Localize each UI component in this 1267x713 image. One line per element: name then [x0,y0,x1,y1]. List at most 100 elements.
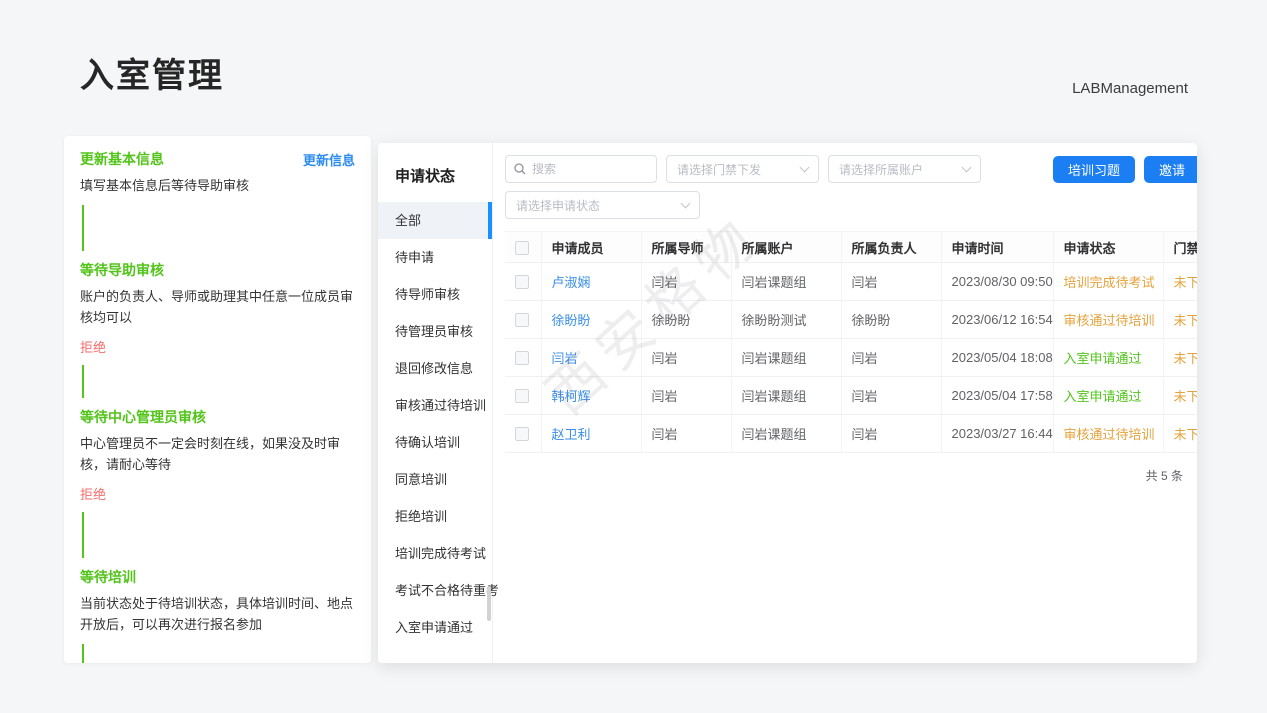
apply-time-cell: 2023/08/30 09:50:26 [941,263,1053,301]
member-link[interactable]: 赵卫利 [552,427,591,442]
brand-label: LABManagement [1072,80,1188,97]
account-cell: 闫岩课题组 [731,339,841,377]
select-account-placeholder: 请选择所属账户 [839,161,923,178]
applications-table-wrap: 西安格物 申请成员所属导师所属账户所属负责人申请时间申请状态门禁状态 卢淑娴闫岩… [505,231,1197,453]
row-checkbox[interactable] [515,313,529,327]
access-status-cell: 未下发 [1163,377,1197,415]
step-description: 中心管理员不一定会时刻在线，如果没及时审核，请耐心等待 [80,433,355,475]
account-cell: 闫岩课题组 [731,415,841,453]
account-cell: 闫岩课题组 [731,263,841,301]
step-description: 账户的负责人、导师或助理其中任意一位成员审核均可以 [80,286,355,328]
total-count: 共 5 条 [505,467,1197,484]
step-title: 等待导助审核 [80,260,164,280]
select-all-checkbox[interactable] [515,241,529,255]
apply-time-cell: 2023/06/12 16:54:23 [941,301,1053,339]
status-cell: 培训完成待考试 [1053,263,1163,301]
member-cell: 赵卫利 [541,415,641,453]
guide-step-head: 等待中心管理员审核 [80,407,355,427]
member-cell: 韩柯辉 [541,377,641,415]
status-cell: 入室申请通过 [1053,339,1163,377]
status-cell: 审核通过待培训 [1053,415,1163,453]
member-link[interactable]: 韩柯辉 [552,389,591,404]
row-checkbox-cell [505,415,541,453]
mentor-cell: 闫岩 [641,377,731,415]
column-header: 门禁状态 [1163,232,1197,263]
sidebar-item[interactable]: 待导师审核 [378,276,492,313]
owner-cell: 闫岩 [841,415,941,453]
row-checkbox[interactable] [515,389,529,403]
applications-table: 申请成员所属导师所属账户所属负责人申请时间申请状态门禁状态 卢淑娴闫岩闫岩课题组… [505,231,1197,453]
reject-label: 拒绝 [80,337,355,356]
select-access-issue-placeholder: 请选择门禁下发 [677,161,761,178]
column-header: 所属导师 [641,232,731,263]
search-box [505,155,657,183]
sidebar-item[interactable]: 审核通过待培训 [378,387,492,424]
sidebar-item[interactable]: 全部 [378,202,492,239]
application-content: 请选择门禁下发 请选择所属账户 培训习题 邀请 请选择申请状态 西安格物 [493,143,1197,663]
select-account[interactable]: 请选择所属账户 [828,155,981,183]
account-cell: 闫岩课题组 [731,377,841,415]
application-panel: 申请状态 全部待申请待导师审核待管理员审核退回修改信息审核通过待培训待确认培训同… [378,143,1197,663]
guide-step: 等待培训当前状态处于待培训状态，具体培训时间、地点开放后，可以再次进行报名参加 [80,567,355,663]
owner-cell: 闫岩 [841,339,941,377]
apply-time-cell: 2023/05/04 17:58:59 [941,377,1053,415]
apply-time-cell: 2023/03/27 16:44:33 [941,415,1053,453]
table-body: 卢淑娴闫岩闫岩课题组闫岩2023/08/30 09:50:26培训完成待考试未下… [505,263,1197,453]
status-cell: 入室申请通过 [1053,377,1163,415]
member-link[interactable]: 闫岩 [552,351,578,366]
sidebar-item[interactable]: 拒绝培训 [378,498,492,535]
search-input[interactable] [532,162,648,176]
row-checkbox[interactable] [515,427,529,441]
select-apply-status[interactable]: 请选择申请状态 [505,191,700,219]
training-exercises-button[interactable]: 培训习题 [1053,156,1135,183]
sidebar-item[interactable]: 待申请 [378,239,492,276]
table-row: 韩柯辉闫岩闫岩课题组闫岩2023/05/04 17:58:59入室申请通过未下发 [505,377,1197,415]
access-status-cell: 未下发 [1163,339,1197,377]
status-menu: 全部待申请待导师审核待管理员审核退回修改信息审核通过待培训待确认培训同意培训拒绝… [378,202,492,646]
member-link[interactable]: 徐盼盼 [552,313,591,328]
sidebar-scrollbar[interactable] [487,587,491,621]
guide-step-head: 等待培训 [80,567,355,587]
mentor-cell: 闫岩 [641,263,731,301]
timeline-connector [82,512,84,558]
table-row: 徐盼盼徐盼盼徐盼盼测试徐盼盼2023/06/12 16:54:23审核通过待培训… [505,301,1197,339]
column-header: 所属负责人 [841,232,941,263]
column-header: 申请时间 [941,232,1053,263]
row-checkbox[interactable] [515,275,529,289]
sidebar-item[interactable]: 入室申请通过 [378,609,492,646]
table-header-row: 申请成员所属导师所属账户所属负责人申请时间申请状态门禁状态 [505,232,1197,263]
step-description: 填写基本信息后等待导助审核 [80,175,355,196]
member-link[interactable]: 卢淑娴 [552,275,591,290]
header-checkbox-cell [505,232,541,263]
select-access-issue[interactable]: 请选择门禁下发 [666,155,819,183]
chevron-down-icon [800,162,810,172]
update-info-link[interactable]: 更新信息 [303,150,355,169]
member-cell: 闫岩 [541,339,641,377]
invite-button[interactable]: 邀请 [1144,156,1197,183]
status-cell: 审核通过待培训 [1053,301,1163,339]
sidebar-item[interactable]: 考试不合格待重考 [378,572,492,609]
account-cell: 徐盼盼测试 [731,301,841,339]
row-checkbox-cell [505,301,541,339]
search-icon [514,163,526,175]
chevron-down-icon [681,198,691,208]
timeline-connector [82,644,84,663]
table-row: 闫岩闫岩闫岩课题组闫岩2023/05/04 18:08:58入室申请通过未下发 [505,339,1197,377]
sidebar-item[interactable]: 培训完成待考试 [378,535,492,572]
owner-cell: 闫岩 [841,377,941,415]
chevron-down-icon [962,162,972,172]
sidebar-item[interactable]: 退回修改信息 [378,350,492,387]
select-apply-status-placeholder: 请选择申请状态 [516,197,600,214]
guide-step: 等待中心管理员审核中心管理员不一定会时刻在线，如果没及时审核，请耐心等待拒绝 [80,407,355,558]
mentor-cell: 徐盼盼 [641,301,731,339]
process-guide-card: 更新基本信息更新信息填写基本信息后等待导助审核等待导助审核账户的负责人、导师或助… [64,136,371,663]
sidebar-title: 申请状态 [378,165,492,186]
sidebar-item[interactable]: 待管理员审核 [378,313,492,350]
guide-step-head: 等待导助审核 [80,260,355,280]
row-checkbox[interactable] [515,351,529,365]
sidebar-item[interactable]: 同意培训 [378,461,492,498]
step-description: 当前状态处于待培训状态，具体培训时间、地点开放后，可以再次进行报名参加 [80,593,355,635]
sidebar-item[interactable]: 待确认培训 [378,424,492,461]
reject-label: 拒绝 [80,484,355,503]
owner-cell: 徐盼盼 [841,301,941,339]
